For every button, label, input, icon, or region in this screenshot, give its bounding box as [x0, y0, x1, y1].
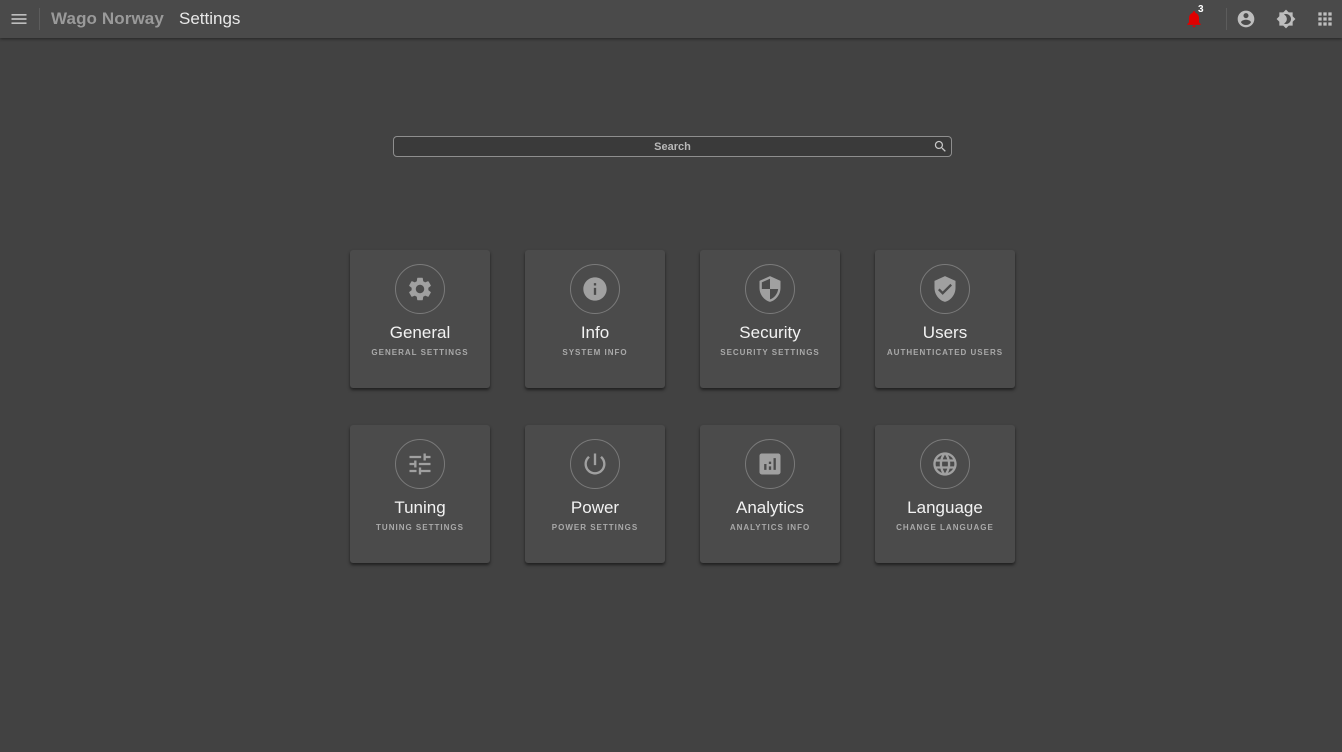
tile-analytics[interactable]: Analytics ANALYTICS INFO — [700, 425, 840, 563]
tile-title: Security — [739, 323, 801, 342]
globe-icon — [933, 452, 957, 476]
brand-name: Wago Norway — [51, 9, 164, 28]
account-circle-icon — [1237, 10, 1255, 28]
tile-title: Tuning — [394, 498, 446, 517]
info-icon — [583, 277, 607, 301]
tile-subtitle: AUTHENTICATED USERS — [886, 348, 1004, 357]
page-title: Settings — [179, 9, 241, 28]
shield-icon — [759, 276, 781, 302]
theme-toggle-button[interactable] — [1276, 9, 1296, 29]
tile-icon-circle — [745, 264, 795, 314]
tile-subtitle: GENERAL SETTINGS — [371, 348, 469, 357]
tile-security[interactable]: Security SECURITY SETTINGS — [700, 250, 840, 388]
apps-button[interactable] — [1315, 9, 1335, 29]
search-bar — [393, 136, 952, 157]
tile-title: Power — [570, 498, 620, 517]
tile-language[interactable]: Language CHANGE LANGUAGE — [875, 425, 1015, 563]
tile-subtitle: SYSTEM INFO — [562, 348, 628, 357]
menu-button[interactable] — [9, 9, 29, 29]
tile-general[interactable]: General GENERAL SETTINGS — [350, 250, 490, 388]
tile-title: Users — [922, 323, 968, 342]
search-button[interactable] — [933, 139, 948, 154]
tile-info[interactable]: Info SYSTEM INFO — [525, 250, 665, 388]
top-app-bar: Wago Norway Settings 3 — [0, 0, 1342, 38]
tile-power[interactable]: Power POWER SETTINGS — [525, 425, 665, 563]
hamburger-menu-icon — [11, 14, 27, 24]
tile-users[interactable]: Users AUTHENTICATED USERS — [875, 250, 1015, 388]
tile-icon-circle — [570, 264, 620, 314]
analytics-icon — [759, 453, 781, 475]
notification-badge: 3 — [1198, 4, 1204, 15]
apps-grid-icon — [1318, 12, 1332, 26]
power-icon — [584, 453, 606, 475]
tile-icon-circle — [395, 264, 445, 314]
tile-icon-circle — [570, 439, 620, 489]
tile-title: Analytics — [735, 498, 805, 517]
tune-sliders-icon — [409, 453, 431, 475]
tile-icon-circle — [745, 439, 795, 489]
toolbar-divider — [39, 8, 40, 30]
tile-icon-circle — [395, 439, 445, 489]
tile-title: General — [389, 323, 451, 342]
toolbar-divider — [1226, 8, 1227, 30]
brightness-icon — [1276, 9, 1296, 29]
verified-user-icon — [934, 276, 956, 302]
tile-tuning[interactable]: Tuning TUNING SETTINGS — [350, 425, 490, 563]
tile-subtitle: TUNING SETTINGS — [376, 523, 464, 532]
search-icon — [934, 140, 946, 152]
gear-icon — [409, 277, 431, 301]
tile-subtitle: SECURITY SETTINGS — [720, 348, 820, 357]
tile-subtitle: CHANGE LANGUAGE — [896, 523, 994, 532]
tile-title: Info — [580, 323, 610, 342]
tile-subtitle: ANALYTICS INFO — [729, 523, 811, 532]
tile-subtitle: POWER SETTINGS — [551, 523, 639, 532]
account-button[interactable] — [1236, 9, 1256, 29]
tile-title: Language — [907, 498, 983, 517]
search-input[interactable] — [394, 137, 951, 156]
tile-icon-circle — [920, 439, 970, 489]
tile-icon-circle — [920, 264, 970, 314]
